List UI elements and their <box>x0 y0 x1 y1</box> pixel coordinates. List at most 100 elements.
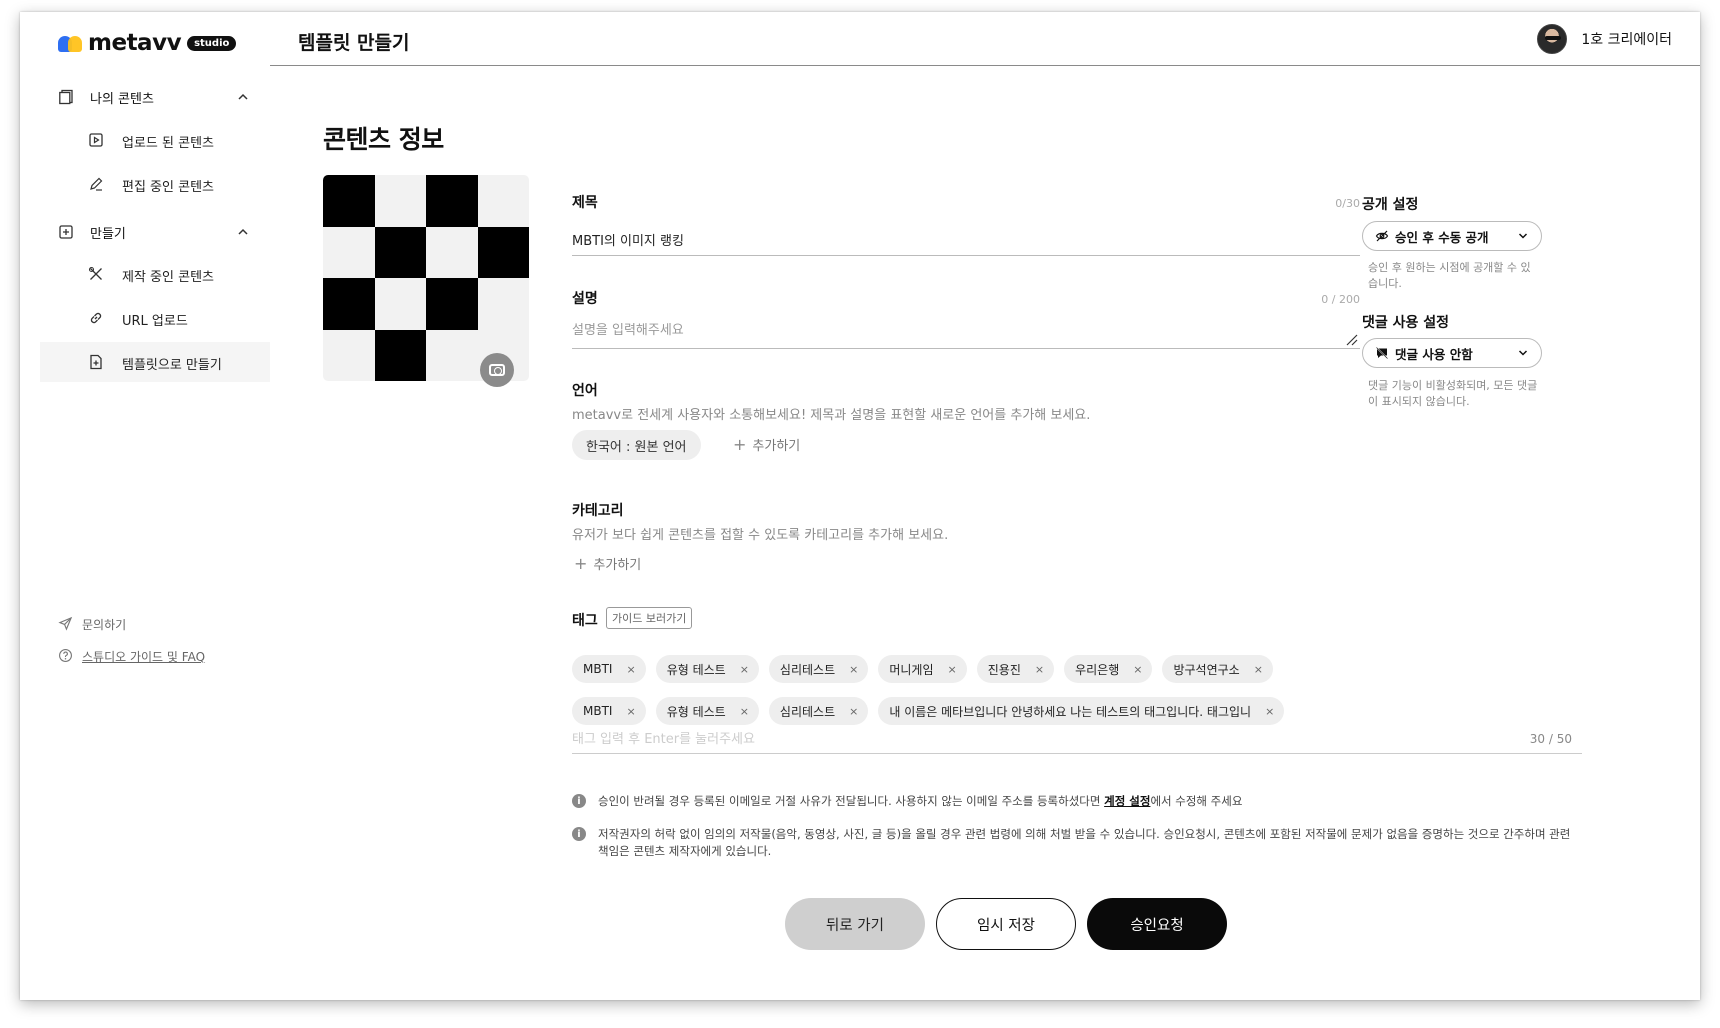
thumbnail-image[interactable] <box>323 175 529 381</box>
info-icon: i <box>572 794 586 808</box>
chevron-up-icon[interactable] <box>236 225 250 239</box>
close-icon[interactable]: × <box>1265 705 1274 718</box>
tag-chip[interactable]: MBTI × <box>572 697 646 725</box>
tag-text: MBTI <box>583 704 613 718</box>
language-helper: metavv로 전세계 사용자와 소통해보세요! 제목과 설명을 표현할 새로운… <box>572 408 1091 423</box>
notice-text-part: 에서 수정해 주세요 <box>1150 794 1243 808</box>
sidebar-group-my-content[interactable]: 나의 콘텐츠 <box>40 77 270 117</box>
logo[interactable]: metavv studio <box>58 30 237 56</box>
sidebar-item-in-production[interactable]: 제작 중인 콘텐츠 <box>40 254 270 294</box>
camera-icon[interactable] <box>480 353 514 387</box>
close-icon[interactable]: × <box>948 663 957 676</box>
description-placeholder: 설명을 입력해주세요 <box>572 323 684 338</box>
sidebar: metavv studio 나의 콘텐츠 업로드 된 콘텐츠 편집 중인 콘텐츠… <box>20 12 270 1000</box>
sidebar-item-url-upload[interactable]: URL 업로드 <box>40 298 270 338</box>
avatar[interactable] <box>1537 24 1568 54</box>
category-helper: 유저가 보다 쉽게 콘텐츠를 접할 수 있도록 카테고리를 추가해 보세요. <box>572 528 949 543</box>
sidebar-item-editing[interactable]: 편집 중인 콘텐츠 <box>40 164 270 204</box>
visibility-select[interactable]: 승인 후 수동 공개 <box>1362 221 1542 251</box>
tag-chip[interactable]: 유형 테스트 × <box>655 697 759 725</box>
comments-select[interactable]: 댓글 사용 안함 <box>1362 338 1542 368</box>
add-language-label: 추가하기 <box>752 439 801 454</box>
temp-save-button[interactable]: 임시 저장 <box>936 898 1076 950</box>
resize-handle-icon[interactable] <box>1344 332 1358 346</box>
sidebar-item-label: 템플릿으로 만들기 <box>122 358 222 373</box>
plus-square-icon <box>59 225 73 239</box>
close-icon[interactable]: × <box>740 705 749 718</box>
add-category-button[interactable]: + 추가하기 <box>574 554 641 573</box>
comments-help: 댓글 기능이 비활성화되며, 모든 댓글이 표시되지 않습니다. <box>1368 379 1538 408</box>
tag-text: 방구석연구소 <box>1173 662 1240 677</box>
request-approval-button[interactable]: 승인요청 <box>1087 898 1227 950</box>
tag-counter: 30 / 50 <box>1529 732 1572 746</box>
close-icon[interactable]: × <box>1254 663 1263 676</box>
tools-icon <box>88 266 102 280</box>
tag-chip[interactable]: 우리은행 × <box>1064 655 1153 683</box>
link-icon <box>90 312 102 324</box>
logo-mark-icon <box>58 34 82 52</box>
send-icon <box>58 616 73 631</box>
close-icon[interactable]: × <box>849 705 858 718</box>
tag-chip[interactable]: MBTI × <box>572 655 646 683</box>
tag-chip[interactable]: 머니게임 × <box>878 655 967 683</box>
plus-icon: + <box>733 435 747 454</box>
tag-text: 심리테스트 <box>779 704 836 719</box>
tag-guide-button[interactable]: 가이드 보러가기 <box>606 607 693 629</box>
user-name: 1호 크리에이터 <box>1581 32 1672 48</box>
category-label: 카테고리 <box>572 503 624 519</box>
tag-text: 유형 테스트 <box>666 662 726 677</box>
description-label: 설명 <box>572 291 598 307</box>
tags-label: 태그 <box>572 613 598 629</box>
tag-chip[interactable]: 진용진 × <box>976 655 1055 683</box>
sidebar-item-from-template[interactable]: 템플릿으로 만들기 <box>40 342 270 382</box>
sidebar-group-create[interactable]: 만들기 <box>40 212 270 252</box>
info-icon: i <box>572 827 586 841</box>
tag-input-placeholder: 태그 입력 후 Enter를 눌러주세요 <box>572 732 755 747</box>
description-input[interactable]: 설명을 입력해주세요 <box>572 319 1360 349</box>
section-title: 콘텐츠 정보 <box>323 125 444 154</box>
close-icon[interactable]: × <box>626 705 635 718</box>
tag-chip[interactable]: 심리테스트 × <box>768 697 869 725</box>
notice-copyright: i 저작권자의 허락 없이 임의의 저작물(음악, 동영상, 사진, 글 등)을… <box>572 826 1582 860</box>
user-menu[interactable]: 1호 크리에이터 <box>1537 24 1672 54</box>
document-icon <box>59 89 73 105</box>
tag-chip[interactable]: 내 이름은 메타브입니다 안녕하세요 나는 테스트의 태그입니다. 태그입니 × <box>878 697 1285 725</box>
chevron-down-icon <box>1518 350 1528 356</box>
contact-label: 문의하기 <box>82 618 127 632</box>
title-input[interactable]: MBTI의 이미지 랭킹 <box>572 230 1360 256</box>
sidebar-item-uploaded[interactable]: 업로드 된 콘텐츠 <box>40 120 270 160</box>
tag-row-2: MBTI × 유형 테스트 × 심리테스트 × 내 이름은 메타브입니다 안녕하세요 … <box>572 697 1285 725</box>
close-icon[interactable]: × <box>626 663 635 676</box>
app-window: metavv studio 나의 콘텐츠 업로드 된 콘텐츠 편집 중인 콘텐츠… <box>20 12 1700 1000</box>
pencil-icon <box>90 177 103 191</box>
comments-value: 댓글 사용 안함 <box>1395 346 1473 362</box>
notice-text: 승인이 반려될 경우 등록된 이메일로 거절 사유가 전달됩니다. 사용하지 않… <box>598 793 1242 810</box>
eye-off-icon <box>1375 230 1389 242</box>
tag-text: 심리테스트 <box>779 662 836 677</box>
add-language-button[interactable]: + 추가하기 <box>733 435 800 454</box>
description-counter: 0 / 200 <box>1321 293 1360 306</box>
notice-text-part: 승인이 반려될 경우 등록된 이메일로 거절 사유가 전달됩니다. 사용하지 않… <box>598 794 1105 808</box>
tag-text: MBTI <box>583 662 613 676</box>
close-icon[interactable]: × <box>740 663 749 676</box>
visibility-title: 공개 설정 <box>1362 197 1419 213</box>
video-file-icon <box>89 133 103 147</box>
page-title: 템플릿 만들기 <box>298 32 410 54</box>
close-icon[interactable]: × <box>849 663 858 676</box>
tag-chip[interactable]: 방구석연구소 × <box>1162 655 1273 683</box>
close-icon[interactable]: × <box>1133 663 1142 676</box>
visibility-help: 승인 후 원하는 시점에 공개할 수 있습니다. <box>1368 261 1531 290</box>
tag-chip[interactable]: 심리테스트 × <box>768 655 869 683</box>
language-label: 언어 <box>572 383 598 399</box>
close-icon[interactable]: × <box>1035 663 1044 676</box>
tag-input[interactable]: 태그 입력 후 Enter를 눌러주세요 30 / 50 <box>572 722 1582 754</box>
sidebar-item-label: 제작 중인 콘텐츠 <box>122 270 214 285</box>
tag-text: 유형 테스트 <box>666 704 726 719</box>
language-chip[interactable]: 한국어 : 원본 언어 <box>572 430 701 460</box>
account-settings-link[interactable]: 계정 설정 <box>1104 794 1150 808</box>
back-button[interactable]: 뒤로 가기 <box>785 898 925 950</box>
comments-title: 댓글 사용 설정 <box>1362 315 1450 331</box>
chevron-up-icon[interactable] <box>236 90 250 104</box>
sidebar-item-label: 편집 중인 콘텐츠 <box>122 180 214 195</box>
tag-chip[interactable]: 유형 테스트 × <box>655 655 759 683</box>
